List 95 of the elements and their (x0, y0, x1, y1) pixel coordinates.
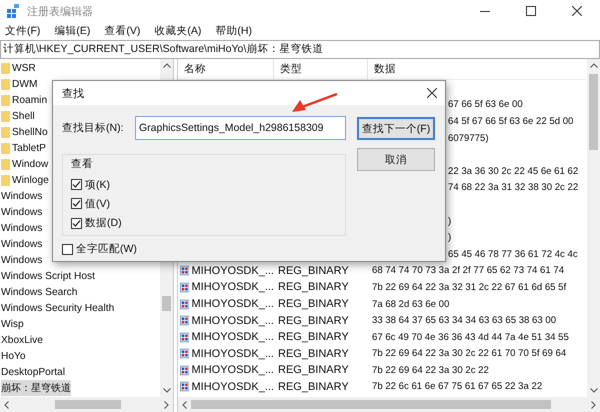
close-icon[interactable] (427, 88, 437, 98)
value-data: ) (447, 216, 452, 227)
tree-item[interactable]: Window (12, 158, 48, 170)
menu-item[interactable]: 收藏夹(A) (154, 24, 202, 38)
tree-item[interactable]: WSR (12, 62, 36, 74)
value-name[interactable]: MIHOYOSDK_... (191, 364, 274, 376)
value-name[interactable]: MIHOYOSDK_... (191, 331, 274, 344)
dialog-title: 查找 (62, 86, 84, 100)
checkbox[interactable] (71, 179, 82, 190)
tree-item[interactable]: Windows (1, 238, 42, 250)
value-name[interactable]: MIHOYOSDK_... (191, 348, 274, 360)
checkbox-label[interactable]: 值(V) (85, 196, 110, 211)
value-type: REG_BINARY (277, 331, 350, 344)
scrollbar[interactable] (178, 397, 600, 412)
tree-item[interactable]: TabletP (12, 142, 46, 154)
value-type: REG_BINARY (277, 264, 350, 277)
value-name[interactable]: MIHOYOSDK_... (191, 380, 274, 393)
dialog-button[interactable]: 查找下一个(F) (357, 117, 435, 140)
tree-item[interactable]: Windows Script Host (1, 270, 95, 282)
address-bar[interactable]: 计算机\HKEY_CURRENT_USER\Software\miHoYo\崩坏：星穹铁道 (0, 40, 600, 59)
tree-item[interactable]: Windows Search (1, 286, 78, 298)
tree-item[interactable]: Windows Security Health (1, 302, 114, 314)
value-data: 7b 22 69 64 22 3a 30 2c 22 (371, 364, 490, 376)
tree-item[interactable]: Winloge (12, 174, 49, 186)
checkbox[interactable] (62, 244, 73, 254)
value-data: 64 5f 67 66 5f 63 6e 22 5d 00 (447, 116, 574, 127)
checkbox[interactable] (71, 218, 82, 229)
value-type: REG_BINARY (277, 298, 350, 310)
value-data: 65 45 46 78 77 36 61 72 4c 4c (447, 248, 578, 260)
value-type: REG_BINARY (277, 380, 350, 393)
menu-item[interactable]: 编辑(E) (54, 24, 90, 38)
value-data: 68 74 74 70 73 3a 2f 2f 77 65 62 73 74 61 74 (371, 265, 566, 276)
binary-value-icon (180, 348, 190, 360)
binary-value-icon (180, 381, 190, 392)
value-data: 33 38 64 37 65 63 34 34 63 63 65 38 63 00 (371, 315, 558, 326)
menu-item[interactable]: 文件(F) (5, 24, 40, 38)
value-data: 7b 22 6c 61 6e 67 75 61 67 65 22 3a 22 (371, 381, 544, 392)
tree-item[interactable]: Windows (1, 222, 42, 234)
tree-item[interactable]: Shell (12, 110, 35, 122)
maximize-icon[interactable] (526, 6, 536, 16)
checkbox-label[interactable]: 项(K) (85, 178, 110, 192)
tree-item[interactable]: 崩坏：星穹铁道 (1, 380, 71, 396)
tree-item[interactable]: XboxLive (1, 334, 43, 346)
column-header[interactable]: 类型 (274, 59, 368, 79)
binary-value-icon (180, 265, 190, 276)
menu-item[interactable]: 帮助(H) (215, 24, 252, 38)
find-field[interactable]: GraphicsSettings_Model_h2986158309 (135, 116, 346, 140)
tree-item[interactable]: HoYo (1, 350, 26, 362)
scrollbar[interactable] (587, 59, 600, 397)
column-header[interactable]: 数据 (368, 59, 587, 79)
checkbox-label[interactable]: 数据(D) (85, 216, 122, 230)
registry-icon (6, 4, 20, 18)
value-type: REG_BINARY (277, 281, 350, 294)
scrollbar[interactable] (0, 397, 173, 412)
scrollbar-thumb[interactable] (162, 296, 171, 311)
value-type: REG_BINARY (277, 364, 350, 376)
dialog-button[interactable]: 取消 (357, 148, 435, 171)
binary-value-icon (180, 315, 190, 326)
tree-item[interactable]: Windows (1, 254, 42, 266)
checkbox[interactable] (71, 198, 82, 210)
value-data: 67 6c 49 70 4e 36 36 43 4d 44 7a 4e 51 34 55 (371, 332, 570, 343)
value-data: 6079775) (447, 132, 489, 144)
tree-item[interactable]: Windows (1, 206, 42, 218)
scrollbar-thumb[interactable] (589, 74, 598, 150)
value-name[interactable]: MIHOYOSDK_... (191, 298, 274, 310)
value-name[interactable]: MIHOYOSDK_... (191, 314, 274, 327)
menu-item[interactable]: 查看(V) (104, 24, 140, 38)
value-data: 67 66 5f 63 6e 00 (447, 99, 523, 110)
value-type: REG_BINARY (277, 348, 350, 360)
tree-item[interactable]: ShellNo (12, 126, 48, 138)
tree-item[interactable]: Roamin (12, 94, 48, 106)
binary-value-icon (180, 282, 190, 293)
value-name[interactable]: MIHOYOSDK_... (191, 264, 274, 277)
value-data: ) (447, 232, 452, 244)
annotation-arrow (292, 93, 338, 113)
value-data: 7a 68 2d 63 6e 00 (371, 298, 450, 310)
value-data: 7b 22 69 64 22 3a 30 2c 22 61 70 70 5f 69 64 (371, 348, 568, 360)
value-type: REG_BINARY (277, 314, 350, 327)
window-title: 注册表编辑器 (27, 4, 93, 18)
value-name[interactable]: MIHOYOSDK_... (191, 281, 274, 294)
tree-item[interactable]: Windows (1, 190, 42, 202)
tree-item[interactable]: Wisp (1, 318, 24, 330)
column-header[interactable]: 名称 (178, 59, 274, 79)
value-data: 74 68 22 3a 31 32 38 30 2c 22 (447, 182, 578, 194)
value-data: 22 3a 36 30 2c 22 45 6e 61 62 (447, 166, 578, 177)
tree-item[interactable]: DesktopPortal (1, 366, 65, 378)
binary-value-icon (180, 332, 190, 343)
find-label: 查找目标(N): (62, 121, 124, 135)
group-title: 查看 (71, 157, 93, 171)
value-data: 7b 22 69 64 22 3a 32 31 2c 22 67 61 6d 65 5f (371, 282, 568, 293)
tree-item[interactable]: DWM (12, 78, 38, 90)
close-icon[interactable] (572, 6, 582, 16)
checkbox-label[interactable]: 全字匹配(W) (76, 242, 137, 256)
binary-value-icon (180, 298, 190, 310)
binary-value-icon (180, 364, 190, 376)
